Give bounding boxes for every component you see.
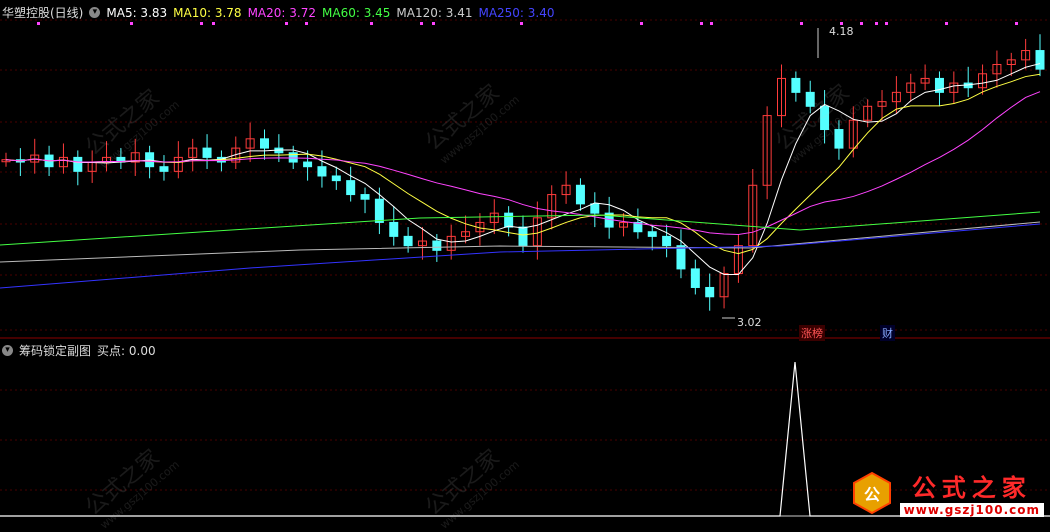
ma20-label: MA20: 3.72 — [247, 5, 316, 20]
candle-body — [504, 212, 514, 228]
candle-body — [202, 147, 212, 158]
signal-dot — [520, 22, 523, 25]
signal-dot — [200, 22, 203, 25]
candle-body — [518, 226, 528, 247]
signal-dot — [420, 22, 423, 25]
signal-dot — [875, 22, 878, 25]
main-header: 华塑控股(日线) ▾ MA5: 3.83 MA10: 3.78 MA20: 3.… — [2, 4, 561, 21]
candle-body — [647, 231, 657, 237]
signal-dot — [945, 22, 948, 25]
stock-title[interactable]: 华塑控股(日线) — [2, 4, 83, 21]
high-price-label: 4.18 — [829, 25, 854, 38]
ma250-label: MA250: 3.40 — [478, 5, 555, 20]
signal-dot — [130, 22, 133, 25]
signal-dot — [212, 22, 215, 25]
candle-body — [360, 194, 370, 200]
signal-dot — [305, 22, 308, 25]
ma10-label: MA10: 3.78 — [173, 5, 242, 20]
site-logo: 公 公式之家 www.gszj100.com — [850, 468, 1044, 517]
sub-panel-title[interactable]: 筹码锁定副图 — [19, 342, 91, 359]
candle-body — [317, 166, 327, 177]
candle-body — [432, 240, 442, 251]
signal-dot — [860, 22, 863, 25]
candle-body — [331, 175, 341, 182]
candle-body — [791, 77, 801, 93]
candle-body — [346, 180, 356, 196]
logo-badge-icon: 公 — [850, 471, 894, 515]
logo-name: 公式之家 — [911, 473, 1032, 502]
candle-body — [662, 235, 672, 247]
ma120-label: MA120: 3.41 — [396, 5, 473, 20]
candle-body — [374, 198, 384, 223]
ma60-label: MA60: 3.45 — [322, 5, 391, 20]
signal-dot — [710, 22, 713, 25]
candle-body — [73, 156, 83, 172]
candle-body — [676, 245, 686, 270]
signal-dot — [885, 22, 888, 25]
candle-body — [575, 184, 585, 205]
candle-body — [1035, 50, 1045, 70]
tag-zhangbang[interactable]: 涨榜 — [799, 325, 825, 341]
candle-body — [303, 161, 313, 168]
candle-body — [260, 138, 269, 149]
signal-dot — [37, 22, 40, 25]
low-price-label: 3.02 — [737, 316, 762, 329]
signal-dot — [800, 22, 803, 25]
sub-header: ▾ 筹码锁定副图 买点: 0.00 — [2, 342, 162, 359]
chevron-down-icon[interactable]: ▾ — [89, 7, 101, 18]
signal-dot — [1015, 22, 1018, 25]
candle-body — [403, 235, 413, 247]
svg-text:公: 公 — [864, 485, 880, 504]
candle-body — [705, 286, 715, 298]
signal-dot — [370, 22, 373, 25]
signal-dot — [700, 22, 703, 25]
signal-dot — [640, 22, 643, 25]
candle-body — [590, 203, 600, 214]
signal-dot — [285, 22, 288, 25]
buy-point-label: 买点: 0.00 — [97, 344, 156, 358]
candle-body — [159, 166, 169, 172]
ma5-label: MA5: 3.83 — [106, 5, 168, 20]
candle-body — [690, 268, 700, 288]
tag-cai[interactable]: 财 — [880, 325, 895, 341]
signal-dot — [432, 22, 435, 25]
logo-url: www.gszj100.com — [899, 503, 1044, 517]
chevron-down-icon[interactable]: ▾ — [2, 345, 13, 356]
candle-body — [389, 221, 399, 237]
